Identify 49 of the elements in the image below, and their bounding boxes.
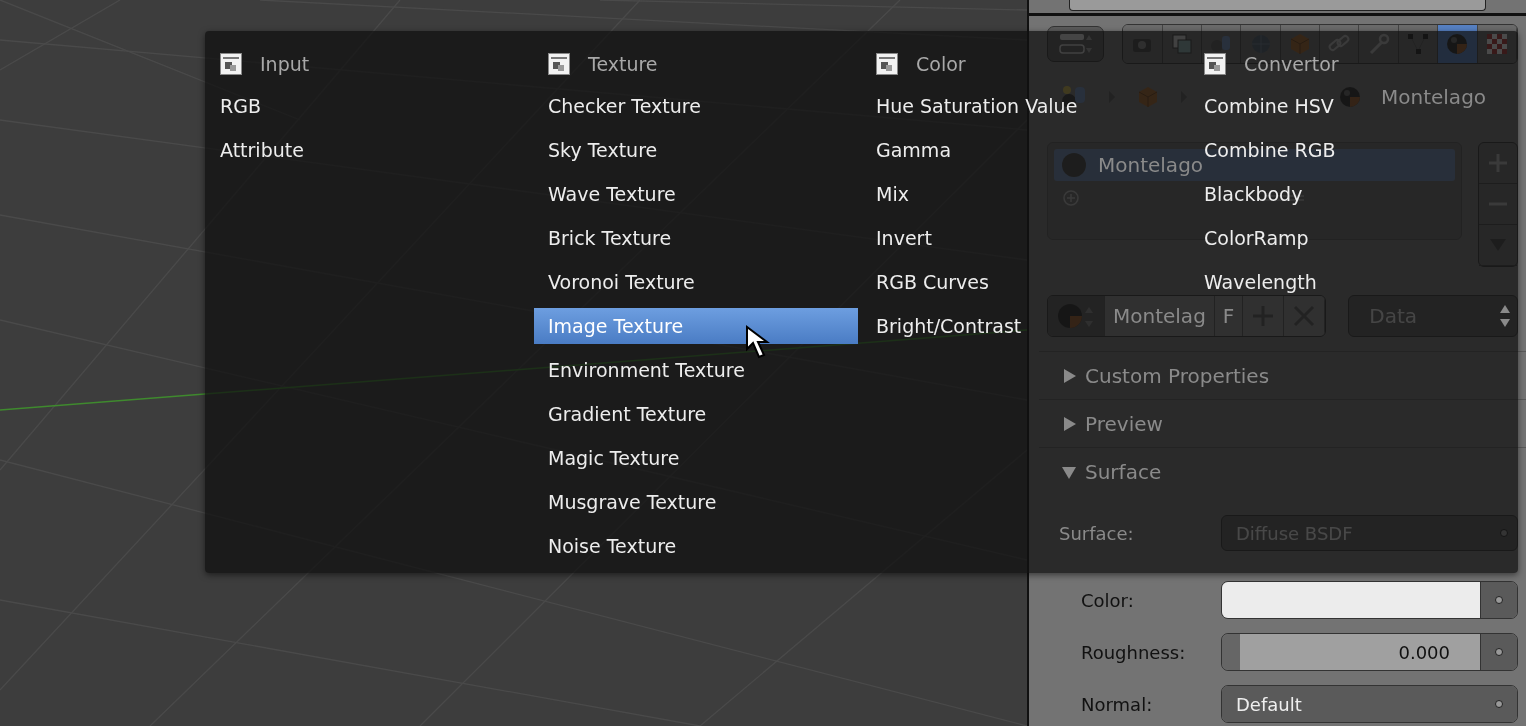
- menu-item[interactable]: Wavelength: [1190, 264, 1317, 300]
- menu-item[interactable]: Brick Texture: [534, 220, 672, 256]
- panel-header-title: Custom Properties: [1085, 363, 1270, 388]
- menu-item[interactable]: Environment Texture: [534, 352, 745, 388]
- panel-header-title: Surface: [1085, 459, 1162, 484]
- menu-item[interactable]: Gamma: [862, 132, 952, 168]
- normal-dropdown[interactable]: Default: [1222, 686, 1481, 722]
- menu-item[interactable]: Mix: [862, 176, 909, 212]
- menu-item[interactable]: ColorRamp: [1190, 220, 1309, 256]
- socket-icon: [1494, 595, 1504, 605]
- socket-button[interactable]: [1480, 582, 1517, 618]
- menu-heading: Color: [916, 53, 966, 75]
- menu-heading: Convertor: [1244, 53, 1339, 75]
- menu-item[interactable]: RGB: [206, 88, 261, 124]
- socket-icon: [1494, 647, 1504, 657]
- breadcrumb-label: Montelago: [1381, 85, 1487, 109]
- panel-header-title: Preview: [1085, 411, 1163, 436]
- scrollbar[interactable]: [1069, 0, 1486, 11]
- menu-item[interactable]: Attribute: [206, 132, 304, 168]
- field-label: Color:: [1081, 589, 1135, 611]
- field-label: Roughness:: [1081, 641, 1187, 663]
- socket-icon: [1494, 699, 1504, 709]
- menu-item[interactable]: Combine HSV: [1190, 88, 1334, 124]
- menu-item[interactable]: Musgrave Texture: [534, 484, 717, 520]
- field-label: Surface:: [1059, 522, 1135, 544]
- menu-item[interactable]: Voronoi Texture: [534, 264, 695, 300]
- menu-item[interactable]: Gradient Texture: [534, 396, 707, 432]
- menu-item[interactable]: Hue Saturation Value: [862, 88, 1078, 124]
- menu-item[interactable]: Sky Texture: [534, 132, 658, 168]
- menu-heading: Input: [260, 53, 310, 75]
- node-icon: [548, 53, 570, 75]
- menu-item[interactable]: RGB Curves: [862, 264, 989, 300]
- node-icon: [876, 53, 898, 75]
- menu-heading: Texture: [588, 53, 658, 75]
- updown-icon: [1499, 303, 1511, 329]
- node-icon: [1204, 53, 1226, 75]
- menu-item[interactable]: Invert: [862, 220, 932, 256]
- menu-item[interactable]: Wave Texture: [534, 176, 676, 212]
- node-icon: [220, 53, 242, 75]
- color-field[interactable]: [1221, 581, 1518, 619]
- socket-button[interactable]: [1480, 634, 1517, 670]
- menu-item[interactable]: Noise Texture: [534, 528, 677, 564]
- field-label: Normal:: [1081, 693, 1154, 715]
- menu-item[interactable]: Blackbody: [1190, 176, 1303, 212]
- material-slot-label: Montelago: [1098, 153, 1204, 177]
- mouse-pointer-icon: [745, 325, 771, 361]
- menu-item[interactable]: Checker Texture: [534, 88, 701, 124]
- menu-item[interactable]: Bright/Contrast: [862, 308, 1022, 344]
- menu-item[interactable]: Magic Texture: [534, 440, 680, 476]
